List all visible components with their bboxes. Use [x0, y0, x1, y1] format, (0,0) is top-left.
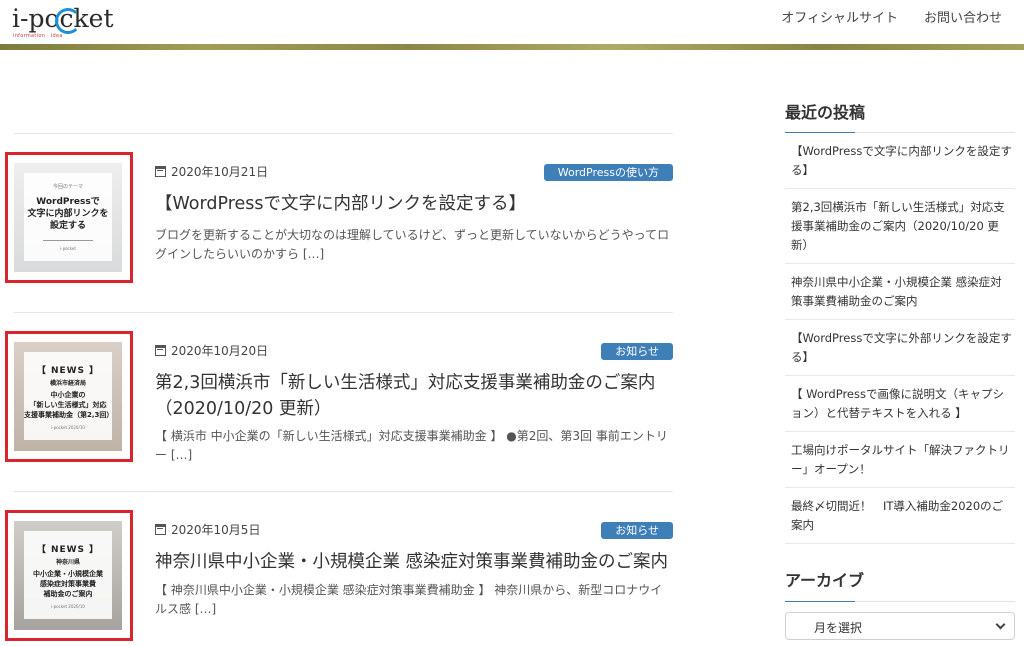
category-badge[interactable]: WordPressの使い方 — [543, 164, 673, 181]
post-excerpt: 【 神奈川県中小企業・小規模企業 感染症対策事業費補助金 】 神奈川県から、新型… — [155, 583, 663, 616]
calendar-icon — [155, 345, 166, 356]
nav-contact[interactable]: お問い合わせ — [924, 10, 1002, 28]
site-header: i-pocket information · idea オフィシャルサイト お問… — [0, 0, 1024, 44]
post-thumbnail[interactable]: 【 NEWS 】 神奈川県 中小企業・小規模企業 感染症対策事業費 補助金のご案… — [14, 521, 122, 630]
site-logo[interactable]: i-pocket information · idea — [12, 4, 114, 42]
calendar-icon — [155, 166, 166, 177]
post-date: 2020年10月20日 — [171, 344, 269, 358]
thumbnail-news-label: 【 NEWS 】 — [36, 544, 100, 555]
category-badge[interactable]: お知らせ — [601, 343, 673, 360]
thumbnail-news-label: 【 NEWS 】 — [36, 365, 100, 376]
post-excerpt: ブログを更新することが大切なのは理解しているけど、ずっと更新していないからどうや… — [155, 228, 670, 261]
post-item: 【 NEWS 】 横浜市経済局 中小企業の 「新しい生活様式」対応 支援事業補助… — [5, 312, 673, 491]
thumbnail-footer: i-pocket 2020/10 — [51, 424, 85, 430]
calendar-icon — [155, 524, 166, 535]
category-badge[interactable]: お知らせ — [601, 522, 673, 539]
thumbnail-subtitle: 横浜市経済局 — [49, 379, 86, 387]
recent-post-link[interactable]: 【WordPressで文字に外部リンクを設定する】 — [785, 320, 1015, 376]
heading-underline — [785, 132, 1015, 133]
thumbnail-highlight-frame: 【 NEWS 】 横浜市経済局 中小企業の 「新しい生活様式」対応 支援事業補助… — [5, 331, 133, 462]
thumbnail-card: 【 NEWS 】 神奈川県 中小企業・小規模企業 感染症対策事業費 補助金のご案… — [24, 531, 112, 619]
post-date-row: 2020年10月21日 — [155, 163, 268, 180]
global-nav: オフィシャルサイト お問い合わせ — [781, 10, 1002, 28]
logo-ring-icon — [55, 8, 81, 34]
thumbnail-kicker: 今回のテーマ — [52, 184, 83, 190]
thumbnail-highlight-frame: 今回のテーマ WordPressで 文字に内部リンクを 設定する i-pocke… — [5, 152, 133, 283]
chevron-down-icon — [995, 619, 1006, 630]
post-thumbnail[interactable]: 今回のテーマ WordPressで 文字に内部リンクを 設定する i-pocke… — [14, 163, 122, 272]
nav-official-site[interactable]: オフィシャルサイト — [781, 10, 898, 28]
thumbnail-card: 【 NEWS 】 横浜市経済局 中小企業の 「新しい生活様式」対応 支援事業補助… — [24, 352, 114, 440]
thumbnail-footer: i-pocket — [60, 246, 76, 251]
post-date: 2020年10月5日 — [171, 523, 261, 537]
thumbnail-highlight-frame: 【 NEWS 】 神奈川県 中小企業・小規模企業 感染症対策事業費 補助金のご案… — [5, 510, 133, 641]
recent-post-link[interactable]: 神奈川県中小企業・小規模企業 感染症対策事業費補助金のご案内 — [785, 264, 1015, 320]
archive-select-value: 月を選択 — [814, 621, 863, 635]
post-thumbnail[interactable]: 【 NEWS 】 横浜市経済局 中小企業の 「新しい生活様式」対応 支援事業補助… — [14, 342, 122, 451]
post-date: 2020年10月21日 — [171, 165, 269, 179]
post-excerpt: 【 横浜市 中小企業の「新しい生活様式」対応支援事業補助金 】 ●第2回、第3回… — [155, 429, 668, 462]
heading-underline — [785, 601, 1015, 602]
post-item: 【 NEWS 】 神奈川県 中小企業・小規模企業 感染症対策事業費 補助金のご案… — [5, 491, 673, 646]
thumbnail-footer: i-pocket 2020/10 — [51, 603, 85, 609]
thumbnail-title: 中小企業の 「新しい生活様式」対応 支援事業補助金（第2,3回） — [24, 390, 114, 419]
archive-heading: アーカイブ — [785, 571, 865, 590]
recent-post-link[interactable]: 【 WordPressで画像に説明文（キャプション）と代替テキストを入れる 】 — [785, 376, 1015, 432]
post-list: 今回のテーマ WordPressで 文字に内部リンクを 設定する i-pocke… — [5, 133, 673, 646]
thumbnail-divider — [43, 240, 93, 241]
thumbnail-subtitle: 神奈川県 — [55, 558, 80, 566]
post-date-row: 2020年10月5日 — [155, 521, 260, 538]
recent-posts-list: 【WordPressで文字に内部リンクを設定する】 第2,3回横浜市「新しい生活… — [785, 133, 1015, 544]
thumbnail-title: 中小企業・小規模企業 感染症対策事業費 補助金のご案内 — [33, 569, 103, 598]
header-decorative-band — [0, 44, 1024, 50]
archive-month-select[interactable]: 月を選択 — [785, 612, 1015, 640]
recent-post-link[interactable]: 第2,3回横浜市「新しい生活様式」対応支援事業補助金のご案内（2020/10/2… — [785, 189, 1015, 264]
thumbnail-title: WordPressで 文字に内部リンクを 設定する — [27, 197, 109, 231]
sidebar-archive: アーカイブ 月を選択 — [785, 570, 1015, 640]
recent-posts-heading: 最近の投稿 — [785, 103, 866, 122]
post-date-row: 2020年10月20日 — [155, 342, 268, 359]
recent-post-link[interactable]: 最終〆切間近！ IT導入補助金2020のご案内 — [785, 488, 1015, 544]
post-item: 今回のテーマ WordPressで 文字に内部リンクを 設定する i-pocke… — [5, 133, 673, 312]
post-title[interactable]: 【WordPressで文字に内部リンクを設定する】 — [155, 191, 673, 217]
recent-post-link[interactable]: 工場向けポータルサイト「解決ファクトリー」オープン！ — [785, 432, 1015, 488]
recent-post-link[interactable]: 【WordPressで文字に内部リンクを設定する】 — [785, 133, 1015, 189]
post-title[interactable]: 神奈川県中小企業・小規模企業 感染症対策事業費補助金のご案内 — [155, 549, 673, 575]
thumbnail-card: 今回のテーマ WordPressで 文字に内部リンクを 設定する i-pocke… — [24, 173, 112, 261]
logo-subtext: information · idea — [13, 33, 63, 39]
post-title[interactable]: 第2,3回横浜市「新しい生活様式」対応支援事業補助金のご案内（2020/10/2… — [155, 370, 673, 422]
sidebar-recent-posts: 最近の投稿 【WordPressで文字に内部リンクを設定する】 第2,3回横浜市… — [785, 102, 1015, 544]
